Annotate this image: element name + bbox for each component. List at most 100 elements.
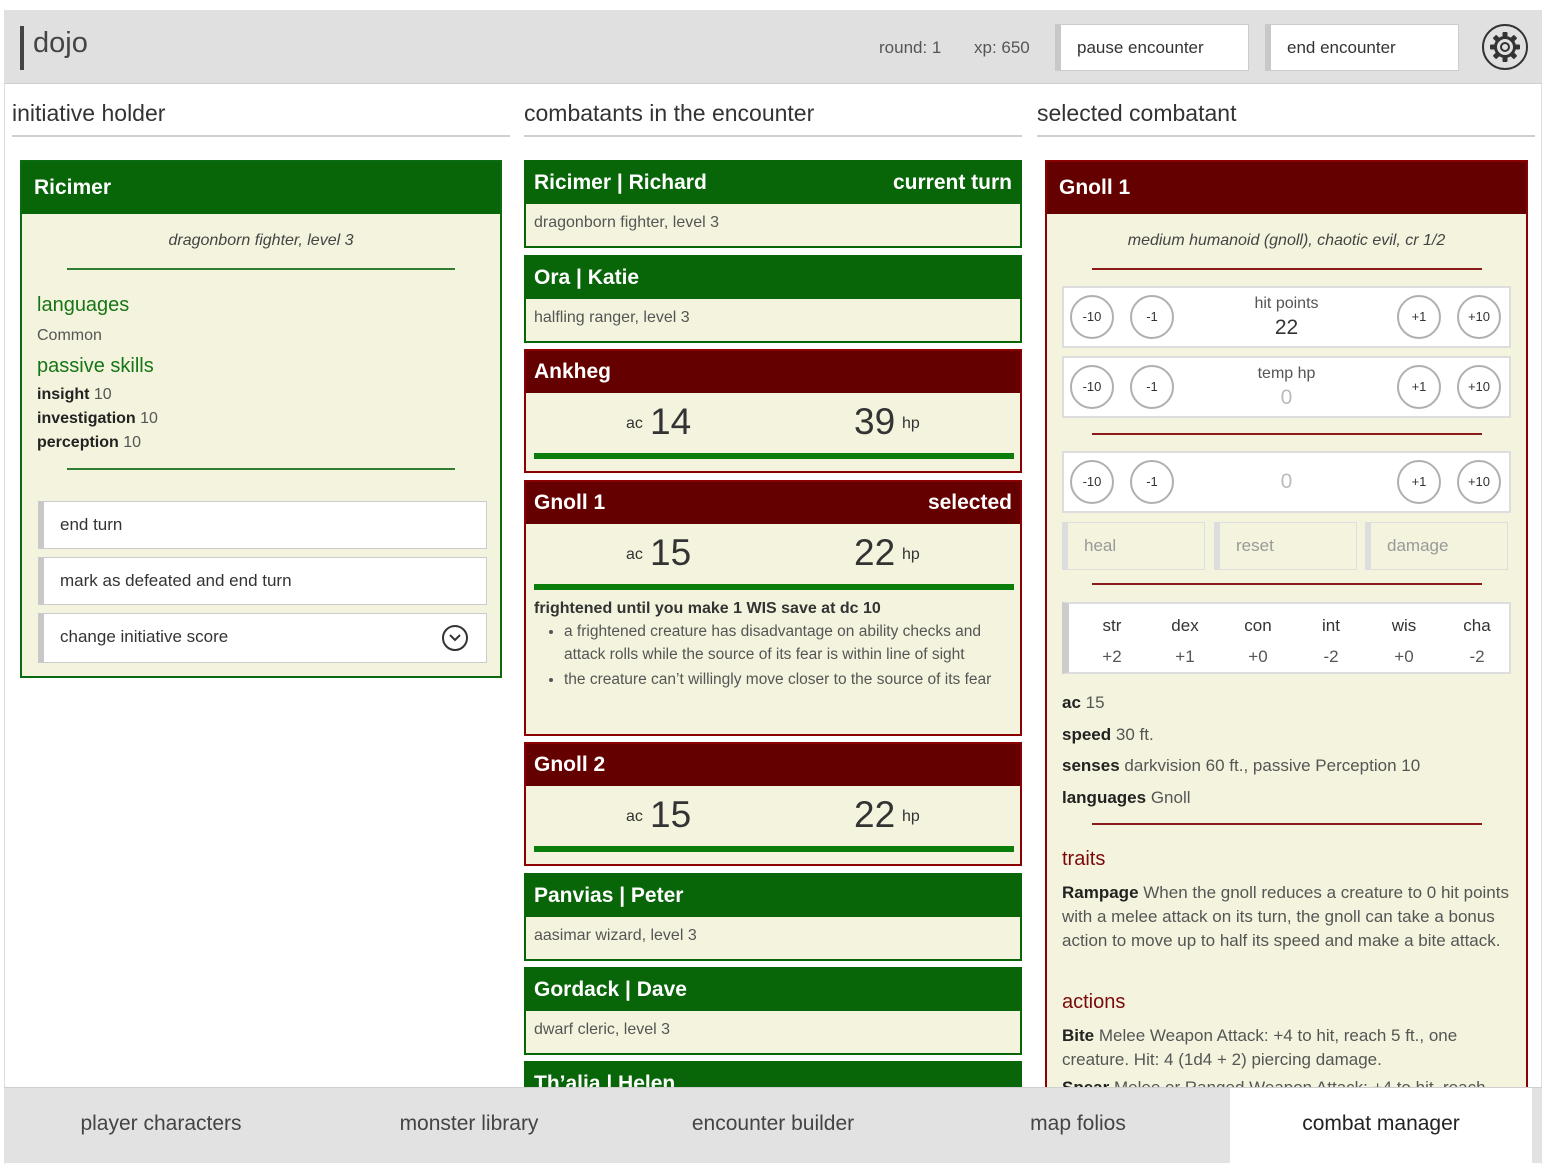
heal-button[interactable]: heal bbox=[1062, 522, 1205, 570]
tab-combat-manager[interactable]: combat manager bbox=[1230, 1088, 1532, 1164]
round-counter: round: 1 bbox=[879, 38, 942, 57]
settings-button[interactable] bbox=[1482, 24, 1528, 70]
hp-label: hp bbox=[902, 546, 920, 563]
temp-hp-value: 0 bbox=[1280, 386, 1293, 409]
combatant-card[interactable]: Ora | Katie halfling ranger, level 3 bbox=[524, 255, 1022, 343]
combatant-list[interactable]: Ricimer | Richard current turn dragonborn… bbox=[524, 160, 1022, 1087]
condition-title: frightened until you make 1 WIS save at … bbox=[534, 600, 881, 617]
divider bbox=[1092, 583, 1482, 585]
combatant-name: Ricimer | Richard bbox=[534, 171, 707, 194]
ability-int-mod: -2 bbox=[1323, 647, 1339, 666]
selected-subtitle: medium humanoid (gnoll), chaotic evil, c… bbox=[1127, 232, 1446, 249]
trait-rampage: Rampage When the gnoll reduces a creatur… bbox=[1062, 883, 1509, 950]
traits-heading: traits bbox=[1062, 848, 1106, 870]
condition-note: the creature can’t willingly move closer… bbox=[564, 668, 1000, 691]
amount-control: -10 -1 0 +1 +10 bbox=[1062, 451, 1511, 513]
action-bite: Bite Melee Weapon Attack: +4 to hit, rea… bbox=[1062, 1026, 1458, 1069]
combatant-name: Ora | Katie bbox=[534, 266, 640, 289]
hp-value: 39 bbox=[854, 401, 896, 442]
damage-button[interactable]: damage bbox=[1365, 522, 1508, 570]
combatant-name: Th’alia | Helen bbox=[534, 1072, 676, 1087]
temp-plus-1-button[interactable]: +1 bbox=[1397, 365, 1441, 409]
hp-bar-fill bbox=[534, 584, 1014, 590]
combatant-name: Panvias | Peter bbox=[534, 884, 684, 907]
combatant-subtitle: halfling ranger, level 3 bbox=[534, 309, 690, 326]
prop-speed: speed 30 ft. bbox=[1062, 725, 1154, 744]
ability-wis: wis bbox=[1391, 616, 1417, 635]
prop-senses: senses darkvision 60 ft., passive Percep… bbox=[1062, 756, 1421, 775]
ability-con: con bbox=[1244, 616, 1272, 635]
ability-con-mod: +0 bbox=[1248, 647, 1268, 666]
selected-combatant-panel[interactable]: Gnoll 1 medium humanoid (gnoll), chaotic… bbox=[1045, 160, 1528, 1087]
amount-plus-1-button[interactable]: +1 bbox=[1397, 460, 1441, 504]
tab-monster-library[interactable]: monster library bbox=[318, 1088, 620, 1164]
combatant-card[interactable]: Gnoll 1 selected ac 15 22 hp frightened u… bbox=[524, 480, 1022, 736]
actions-heading: actions bbox=[1062, 991, 1126, 1013]
combatant-subtitle: aasimar wizard, level 3 bbox=[534, 927, 697, 944]
hp-bar-fill bbox=[534, 453, 1014, 459]
bottom-nav: player characters monster library encoun… bbox=[4, 1087, 1542, 1164]
ac-label: ac bbox=[626, 546, 643, 563]
hit-points-label: hit points bbox=[1254, 295, 1319, 312]
initiative-holder-heading: initiative holder bbox=[12, 100, 510, 137]
change-initiative-label: change initiative score bbox=[60, 627, 229, 646]
condition-notes: a frightened creature has disadvantage o… bbox=[526, 620, 1020, 699]
pause-encounter-button[interactable]: pause encounter bbox=[1055, 24, 1249, 71]
combatant-subtitle: dwarf cleric, level 3 bbox=[534, 1021, 671, 1038]
end-encounter-button[interactable]: end encounter bbox=[1265, 24, 1459, 71]
header-bar: dojo round: 1 xp: 650 pause encounter en… bbox=[4, 10, 1542, 84]
prop-ac: ac 15 bbox=[1062, 693, 1105, 712]
initiative-holder-name: Ricimer bbox=[22, 162, 500, 214]
hp-label: hp bbox=[902, 415, 920, 432]
amount-plus-10-button[interactable]: +10 bbox=[1457, 460, 1501, 504]
combatant-name: Ankheg bbox=[534, 360, 612, 383]
divider bbox=[1092, 823, 1482, 825]
combatant-subtitle: dragonborn fighter, level 3 bbox=[534, 214, 720, 231]
skill-perception: perception 10 bbox=[37, 434, 142, 451]
hp-plus-10-button[interactable]: +10 bbox=[1457, 295, 1501, 339]
hp-bar bbox=[534, 584, 1014, 590]
hp-plus-1-button[interactable]: +1 bbox=[1397, 295, 1441, 339]
reset-button[interactable]: reset bbox=[1214, 522, 1357, 570]
initiative-holder-card: Ricimer dragonborn fighter, level 3 lang… bbox=[20, 160, 502, 678]
selected-name: Gnoll 1 bbox=[1047, 162, 1526, 214]
hp-bar bbox=[534, 453, 1014, 459]
languages-heading: languages bbox=[37, 294, 130, 316]
ac-label: ac bbox=[626, 808, 643, 825]
xp-counter: xp: 650 bbox=[974, 38, 1030, 57]
end-turn-button[interactable]: end turn bbox=[38, 501, 487, 549]
combatant-card[interactable]: Ankheg ac 14 39 hp bbox=[524, 349, 1022, 473]
ability-int: int bbox=[1322, 616, 1340, 635]
mark-defeated-button[interactable]: mark as defeated and end turn bbox=[38, 557, 487, 605]
tab-encounter-builder[interactable]: encounter builder bbox=[620, 1088, 926, 1164]
temp-plus-10-button[interactable]: +10 bbox=[1457, 365, 1501, 409]
divider bbox=[1092, 268, 1482, 270]
ability-str-mod: +2 bbox=[1102, 647, 1122, 666]
amount-value: 0 bbox=[1280, 470, 1293, 493]
combatant-name: Gnoll 1 bbox=[534, 491, 606, 514]
ac-value: 15 bbox=[650, 532, 692, 573]
tab-player-characters[interactable]: player characters bbox=[4, 1088, 318, 1164]
condition-note: a frightened creature has disadvantage o… bbox=[564, 620, 1000, 666]
prop-languages: languages Gnoll bbox=[1062, 788, 1191, 807]
temp-hp-label: temp hp bbox=[1257, 365, 1316, 382]
change-initiative-button[interactable]: change initiative score bbox=[38, 613, 487, 663]
ability-dex-mod: +1 bbox=[1175, 647, 1195, 666]
combatant-name: Gnoll 2 bbox=[534, 753, 606, 776]
combatant-card[interactable]: Gnoll 2 ac 15 22 hp bbox=[524, 742, 1022, 866]
ac-label: ac bbox=[626, 415, 643, 432]
combatant-card[interactable]: Gordack | Dave dwarf cleric, level 3 bbox=[524, 967, 1022, 1055]
hp-label: hp bbox=[902, 808, 920, 825]
tab-map-folios[interactable]: map folios bbox=[926, 1088, 1230, 1164]
combatant-card[interactable]: Ricimer | Richard current turn dragonborn… bbox=[524, 160, 1022, 248]
hp-bar bbox=[534, 846, 1014, 852]
combatant-card[interactable]: Th’alia | Helen bbox=[524, 1061, 1022, 1087]
divider bbox=[67, 468, 455, 470]
temp-hp-control: -10 -1 temp hp 0 +1 +10 bbox=[1062, 356, 1511, 418]
passive-skills-heading: passive skills bbox=[37, 355, 154, 377]
ac-value: 14 bbox=[650, 401, 692, 442]
divider bbox=[1092, 433, 1482, 435]
combatant-card[interactable]: Panvias | Peter aasimar wizard, level 3 bbox=[524, 873, 1022, 961]
current-turn-badge: current turn bbox=[892, 171, 1012, 194]
hit-points-control: -10 -1 hit points 22 +1 +10 bbox=[1062, 286, 1511, 348]
